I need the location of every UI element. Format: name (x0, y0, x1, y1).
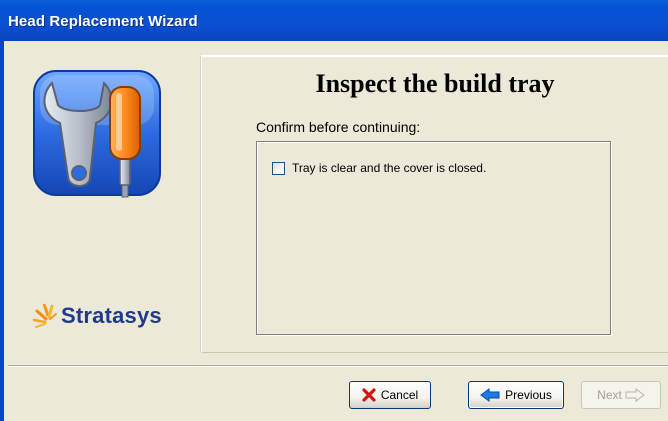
confirm-prompt: Confirm before continuing: (256, 119, 421, 135)
next-button[interactable]: Next (581, 381, 661, 409)
window-title: Head Replacement Wizard (8, 13, 198, 30)
wizard-side-panel: Stratasys (21, 53, 193, 353)
blue-left-arrow-icon (480, 388, 500, 402)
cancel-button-label: Cancel (380, 388, 419, 402)
previous-button-label: Previous (505, 388, 552, 402)
wizard-content-panel: Inspect the build tray Confirm before co… (200, 55, 668, 353)
red-x-icon (362, 388, 376, 402)
right-arrow-outline-icon (625, 388, 645, 402)
brand-name: Stratasys (61, 303, 162, 328)
confirmation-groupbox: Tray is clear and the cover is closed. (256, 141, 611, 335)
stratasys-logo: Stratasys (32, 301, 162, 331)
button-separator (8, 365, 668, 367)
previous-button[interactable]: Previous (468, 381, 564, 409)
wrench-screwdriver-icon (30, 65, 168, 203)
title-bar: Head Replacement Wizard (0, 0, 668, 41)
window-frame-left (0, 41, 4, 421)
tray-clear-checkbox-row[interactable]: Tray is clear and the cover is closed. (272, 161, 486, 175)
tray-clear-checkbox-label[interactable]: Tray is clear and the cover is closed. (292, 161, 486, 175)
tray-clear-checkbox[interactable] (272, 161, 285, 175)
next-button-label: Next (597, 388, 622, 402)
cancel-button[interactable]: Cancel (349, 381, 431, 409)
page-title: Inspect the build tray (315, 69, 555, 98)
stratasys-burst-icon (32, 303, 57, 328)
